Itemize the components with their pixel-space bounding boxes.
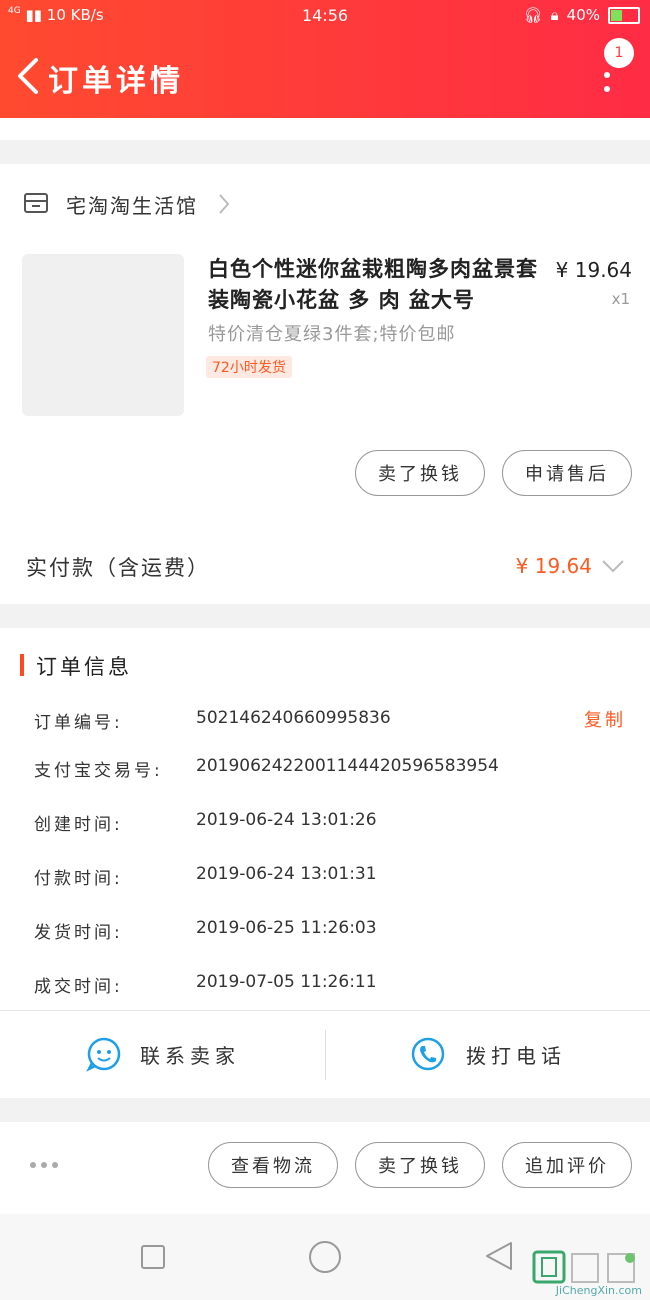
shipped-time-value: 2019-06-25 11:26:03	[196, 918, 377, 938]
order-info-title: 订单信息	[36, 655, 132, 679]
more-options-icon[interactable]	[604, 72, 612, 100]
product-price: ¥ 19.64	[555, 258, 632, 282]
paid-time-value: 2019-06-24 13:01:31	[196, 864, 377, 884]
more-actions-icon[interactable]	[30, 1162, 58, 1168]
product-quantity: x1	[611, 290, 630, 308]
resell-button[interactable]: 卖了换钱	[355, 450, 485, 496]
divider	[325, 1030, 326, 1080]
battery-icon	[608, 6, 640, 24]
store-icon	[24, 193, 48, 213]
store-name[interactable]: 宅淘淘生活馆	[66, 190, 198, 219]
contact-seller-label: 联系卖家	[140, 1043, 240, 1068]
chevron-down-icon[interactable]	[600, 556, 626, 576]
headphone-icon: 🎧︎	[523, 6, 543, 24]
page-title: 订单详情	[48, 64, 184, 99]
copy-button[interactable]: 复制	[584, 706, 626, 732]
status-icons: 🎧︎ 🔒︎ 40%	[524, 6, 640, 24]
lock-icon: 🔒︎	[550, 6, 559, 24]
battery-percent: 40%	[566, 6, 600, 24]
recent-apps-icon[interactable]	[140, 1244, 166, 1270]
order-info-card	[0, 628, 650, 1098]
app-header: 4G ▮▮ 10 KB/s 14:56 🎧︎ 🔒︎ 40% 订单详情 1	[0, 0, 650, 118]
call-phone-label: 拨打电话	[466, 1043, 566, 1068]
resell-button-bottom[interactable]: 卖了换钱	[355, 1142, 485, 1188]
after-sale-button[interactable]: 申请售后	[502, 450, 632, 496]
divider	[0, 1010, 650, 1011]
section-accent-bar	[20, 654, 24, 676]
chat-bubble-icon	[86, 1037, 121, 1072]
product-title[interactable]: 白色个性迷你盆栽粗陶多肉盆景套装陶瓷小花盆 多 肉 盆大号	[208, 254, 548, 316]
phone-icon	[411, 1037, 445, 1071]
header-spacer	[0, 118, 650, 140]
alipay-trade-label: 支付宝交易号:	[34, 761, 163, 781]
order-number-value: 502146240660995836	[196, 708, 391, 728]
view-logistics-button[interactable]: 查看物流	[208, 1142, 338, 1188]
completed-time-label: 成交时间:	[34, 977, 123, 997]
home-icon[interactable]	[308, 1240, 342, 1274]
add-review-button[interactable]: 追加评价	[502, 1142, 632, 1188]
completed-time-value: 2019-07-05 11:26:11	[196, 972, 377, 992]
call-phone-button[interactable]: 拨打电话	[410, 1036, 566, 1072]
back-triangle-icon[interactable]	[484, 1240, 514, 1272]
watermark-text: JiChengXin.com	[555, 1284, 642, 1297]
payment-label: 实付款（含运费）	[26, 556, 210, 580]
paid-time-label: 付款时间:	[34, 869, 123, 889]
order-number-label: 订单编号:	[34, 713, 123, 733]
created-time-value: 2019-06-24 13:01:26	[196, 810, 377, 830]
back-arrow-icon[interactable]	[10, 56, 50, 96]
chevron-right-icon[interactable]	[216, 192, 232, 216]
notification-badge: 1	[604, 38, 634, 68]
payment-amount: ¥ 19.64	[515, 554, 592, 578]
product-sku: 特价清仓夏绿3件套;特价包邮	[208, 324, 456, 345]
shipping-tag: 72小时发货	[206, 356, 292, 378]
alipay-trade-value: 2019062422001144420596583954	[196, 756, 499, 776]
contact-seller-button[interactable]: 联系卖家	[86, 1036, 240, 1072]
product-thumbnail[interactable]	[22, 254, 184, 416]
created-time-label: 创建时间:	[34, 815, 123, 835]
shipped-time-label: 发货时间:	[34, 923, 123, 943]
